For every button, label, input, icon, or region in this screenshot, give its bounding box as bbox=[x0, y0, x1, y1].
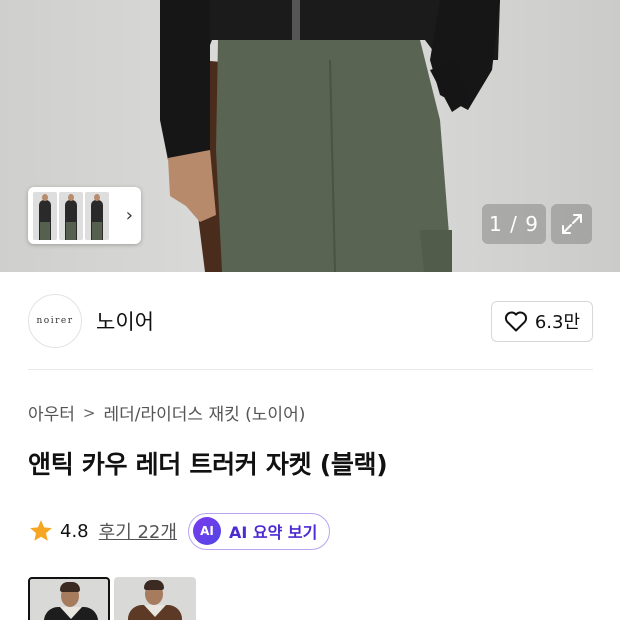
brand-name[interactable]: 노이어 bbox=[96, 306, 154, 336]
expand-icon bbox=[561, 214, 582, 234]
breadcrumb: 아우터 > 레더/라이더스 재킷 (노이어) bbox=[28, 400, 306, 426]
rating-row: 4.8 후기 22개 AI AI 요약 보기 bbox=[28, 512, 331, 550]
brand-logo[interactable]: noirer bbox=[28, 294, 82, 348]
image-counter: 1 / 9 bbox=[482, 204, 546, 244]
ai-summary-button[interactable]: AI AI 요약 보기 bbox=[187, 512, 331, 550]
review-count-link[interactable]: 후기 22개 bbox=[99, 518, 177, 544]
gallery-thumbnail[interactable] bbox=[85, 191, 109, 240]
product-title: 앤틱 카우 레더 트러커 자켓 (블랙) bbox=[28, 450, 388, 479]
breadcrumb-item-category[interactable]: 아우터 bbox=[28, 400, 75, 425]
color-option-brown[interactable] bbox=[114, 577, 196, 620]
brand-row: noirer 노이어 6.3만 bbox=[28, 293, 593, 349]
ai-badge-icon: AI bbox=[192, 517, 221, 545]
divider bbox=[28, 369, 593, 370]
rating-score: 4.8 bbox=[60, 520, 89, 542]
star-icon bbox=[30, 520, 52, 541]
like-count: 6.3만 bbox=[534, 312, 580, 333]
gallery-thumbnail[interactable] bbox=[33, 191, 57, 240]
gallery-thumbnail[interactable] bbox=[59, 191, 83, 240]
chevron-right-icon: > bbox=[82, 403, 96, 422]
breadcrumb-item-subcategory[interactable]: 레더/라이더스 재킷 (노이어) bbox=[104, 400, 306, 425]
heart-icon bbox=[504, 311, 527, 332]
chevron-right-icon[interactable]: › bbox=[126, 206, 133, 225]
expand-image-button[interactable] bbox=[551, 204, 592, 244]
color-options bbox=[28, 577, 196, 620]
color-option-black[interactable] bbox=[28, 577, 110, 620]
ai-summary-label: AI 요약 보기 bbox=[228, 523, 318, 542]
gallery-thumbnail-strip[interactable]: › bbox=[28, 187, 141, 244]
like-button[interactable]: 6.3만 bbox=[490, 300, 593, 342]
product-image[interactable]: › 1 / 9 bbox=[0, 0, 620, 272]
